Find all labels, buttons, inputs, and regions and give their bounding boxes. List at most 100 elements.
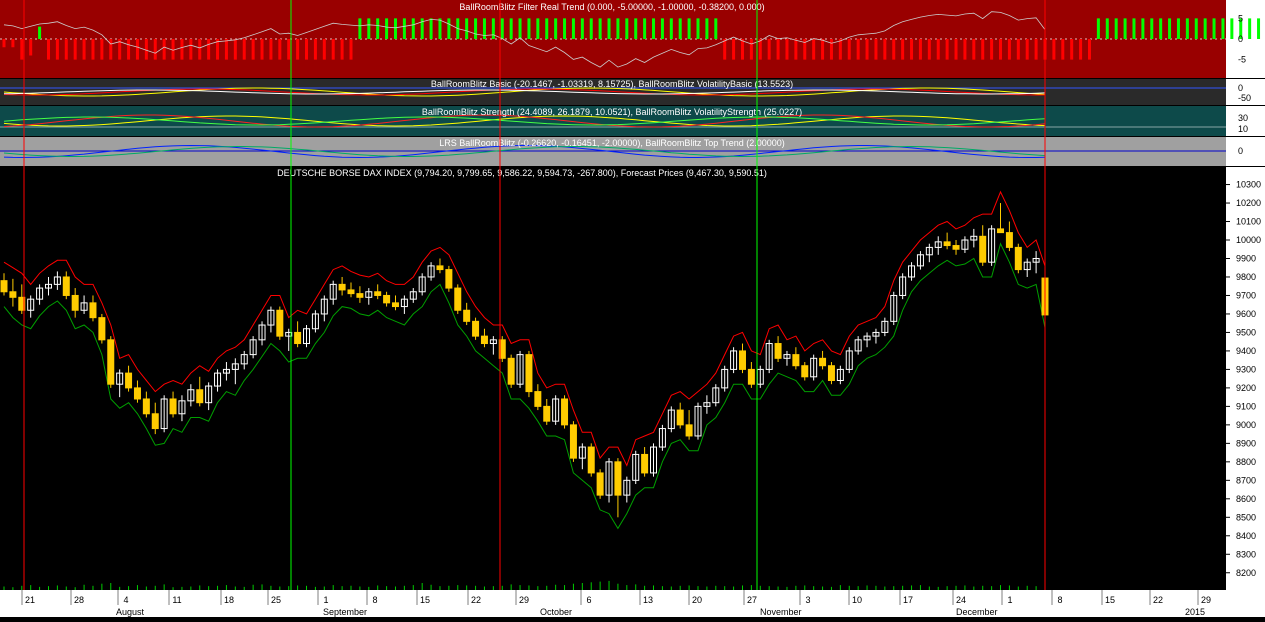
filter-bar: [518, 18, 522, 39]
candle-body[interactable]: [383, 294, 391, 304]
price-ytick-label: 8200: [1236, 568, 1256, 578]
candle-body[interactable]: [525, 354, 533, 393]
filter-bar: [634, 18, 638, 39]
candle-body[interactable]: [276, 309, 284, 337]
filter-bar: [901, 39, 905, 60]
filter-bar: [571, 18, 575, 39]
filter-bar: [287, 39, 291, 60]
candle-body[interactable]: [587, 446, 595, 474]
trading-chart[interactable]: BallRoomBlitz Filter Real Trend (0.000, …: [0, 0, 1265, 617]
candle-body[interactable]: [792, 354, 800, 367]
price-ytick-label: 9400: [1236, 346, 1256, 356]
candle-body[interactable]: [997, 228, 1005, 234]
candle-body[interactable]: [196, 389, 204, 404]
price-ytick-label: 8600: [1236, 494, 1256, 504]
filter-bar: [171, 39, 175, 60]
basic-panel-title: BallRoomBlitz Basic (-20.1467, -1.03319,…: [431, 79, 793, 89]
filter-ytick-label: 5: [1238, 13, 1243, 23]
candle-body[interactable]: [480, 335, 488, 345]
candle-body[interactable]: [445, 269, 453, 289]
candle-body[interactable]: [391, 302, 399, 308]
candle-body[interactable]: [89, 302, 97, 319]
candle-body[interactable]: [561, 398, 569, 426]
day-tick-label: 13: [643, 595, 653, 605]
candle-body[interactable]: [71, 294, 79, 311]
candle-body[interactable]: [151, 413, 159, 430]
filter-bar: [669, 18, 673, 39]
candle-body[interactable]: [133, 387, 141, 400]
candle-body[interactable]: [596, 472, 604, 496]
filter-bar: [1257, 18, 1261, 39]
filter-bar: [1212, 18, 1216, 39]
candle-body[interactable]: [107, 339, 115, 385]
candle-body[interactable]: [774, 343, 782, 359]
candle-body[interactable]: [676, 409, 684, 426]
candle-body[interactable]: [1005, 232, 1013, 248]
day-tick-label: 29: [1201, 595, 1211, 605]
candle-body[interactable]: [801, 365, 809, 378]
filter-bar: [643, 18, 647, 39]
filter-bar: [64, 39, 68, 60]
filter-bar: [367, 18, 371, 39]
price-ytick-label: 9600: [1236, 309, 1256, 319]
month-label: December: [956, 607, 998, 617]
candle-body[interactable]: [979, 235, 987, 263]
candle-body[interactable]: [294, 331, 302, 345]
filter-bar: [2, 39, 6, 48]
filter-bar: [607, 18, 611, 39]
filter-bar: [990, 39, 994, 60]
candle-body[interactable]: [169, 398, 177, 415]
candle-body[interactable]: [356, 293, 364, 298]
day-tick-label: 21: [25, 595, 35, 605]
candle-body[interactable]: [62, 276, 70, 296]
candle-body[interactable]: [685, 424, 693, 437]
filter-bar: [331, 39, 335, 60]
filter-bar: [714, 18, 718, 39]
panel-5-background: [0, 167, 1226, 590]
filter-bar: [749, 39, 753, 60]
filter-bar: [954, 39, 958, 60]
candle-body[interactable]: [338, 283, 346, 291]
day-tick-label: 3: [805, 595, 810, 605]
day-tick-label: 25: [271, 595, 281, 605]
filter-bar: [1007, 39, 1011, 60]
chart-canvas[interactable]: BallRoomBlitz Filter Real Trend (0.000, …: [0, 0, 1265, 617]
candle-body[interactable]: [0, 280, 8, 293]
day-tick-label: 18: [224, 595, 234, 605]
candle-body[interactable]: [9, 291, 17, 298]
filter-bar: [385, 18, 389, 39]
candle-body[interactable]: [347, 289, 355, 295]
filter-bar: [500, 18, 504, 39]
month-label: August: [116, 607, 145, 617]
filter-bar: [1132, 18, 1136, 39]
candle-body[interactable]: [454, 287, 462, 311]
candle-body[interactable]: [614, 461, 622, 496]
candle-body[interactable]: [125, 372, 133, 389]
filter-bar: [1150, 18, 1154, 39]
candle-body[interactable]: [1014, 246, 1022, 271]
candle-body[interactable]: [943, 241, 951, 247]
filter-bar: [1176, 18, 1180, 39]
candle-body[interactable]: [819, 357, 827, 367]
candle-body[interactable]: [534, 391, 542, 407]
candle-body[interactable]: [827, 365, 835, 381]
candle-body[interactable]: [374, 291, 382, 296]
candle-body[interactable]: [952, 245, 960, 250]
candle-body[interactable]: [738, 350, 746, 370]
filter-bar: [260, 39, 264, 60]
filter-bar: [1025, 39, 1029, 60]
candle-body[interactable]: [142, 398, 150, 415]
price-ytick-label: 9700: [1236, 290, 1256, 300]
price-ytick-label: 8500: [1236, 512, 1256, 522]
filter-bar: [1079, 39, 1083, 60]
candle-body[interactable]: [641, 453, 649, 474]
candle-body[interactable]: [98, 317, 106, 341]
candle-body[interactable]: [569, 424, 577, 459]
candle-body[interactable]: [543, 405, 551, 422]
candle-body[interactable]: [472, 320, 480, 337]
candle-body[interactable]: [436, 265, 444, 271]
candle-body[interactable]: [463, 309, 471, 322]
candle-body[interactable]: [747, 368, 755, 385]
candle-body[interactable]: [507, 357, 515, 385]
day-tick-label: 15: [420, 595, 430, 605]
